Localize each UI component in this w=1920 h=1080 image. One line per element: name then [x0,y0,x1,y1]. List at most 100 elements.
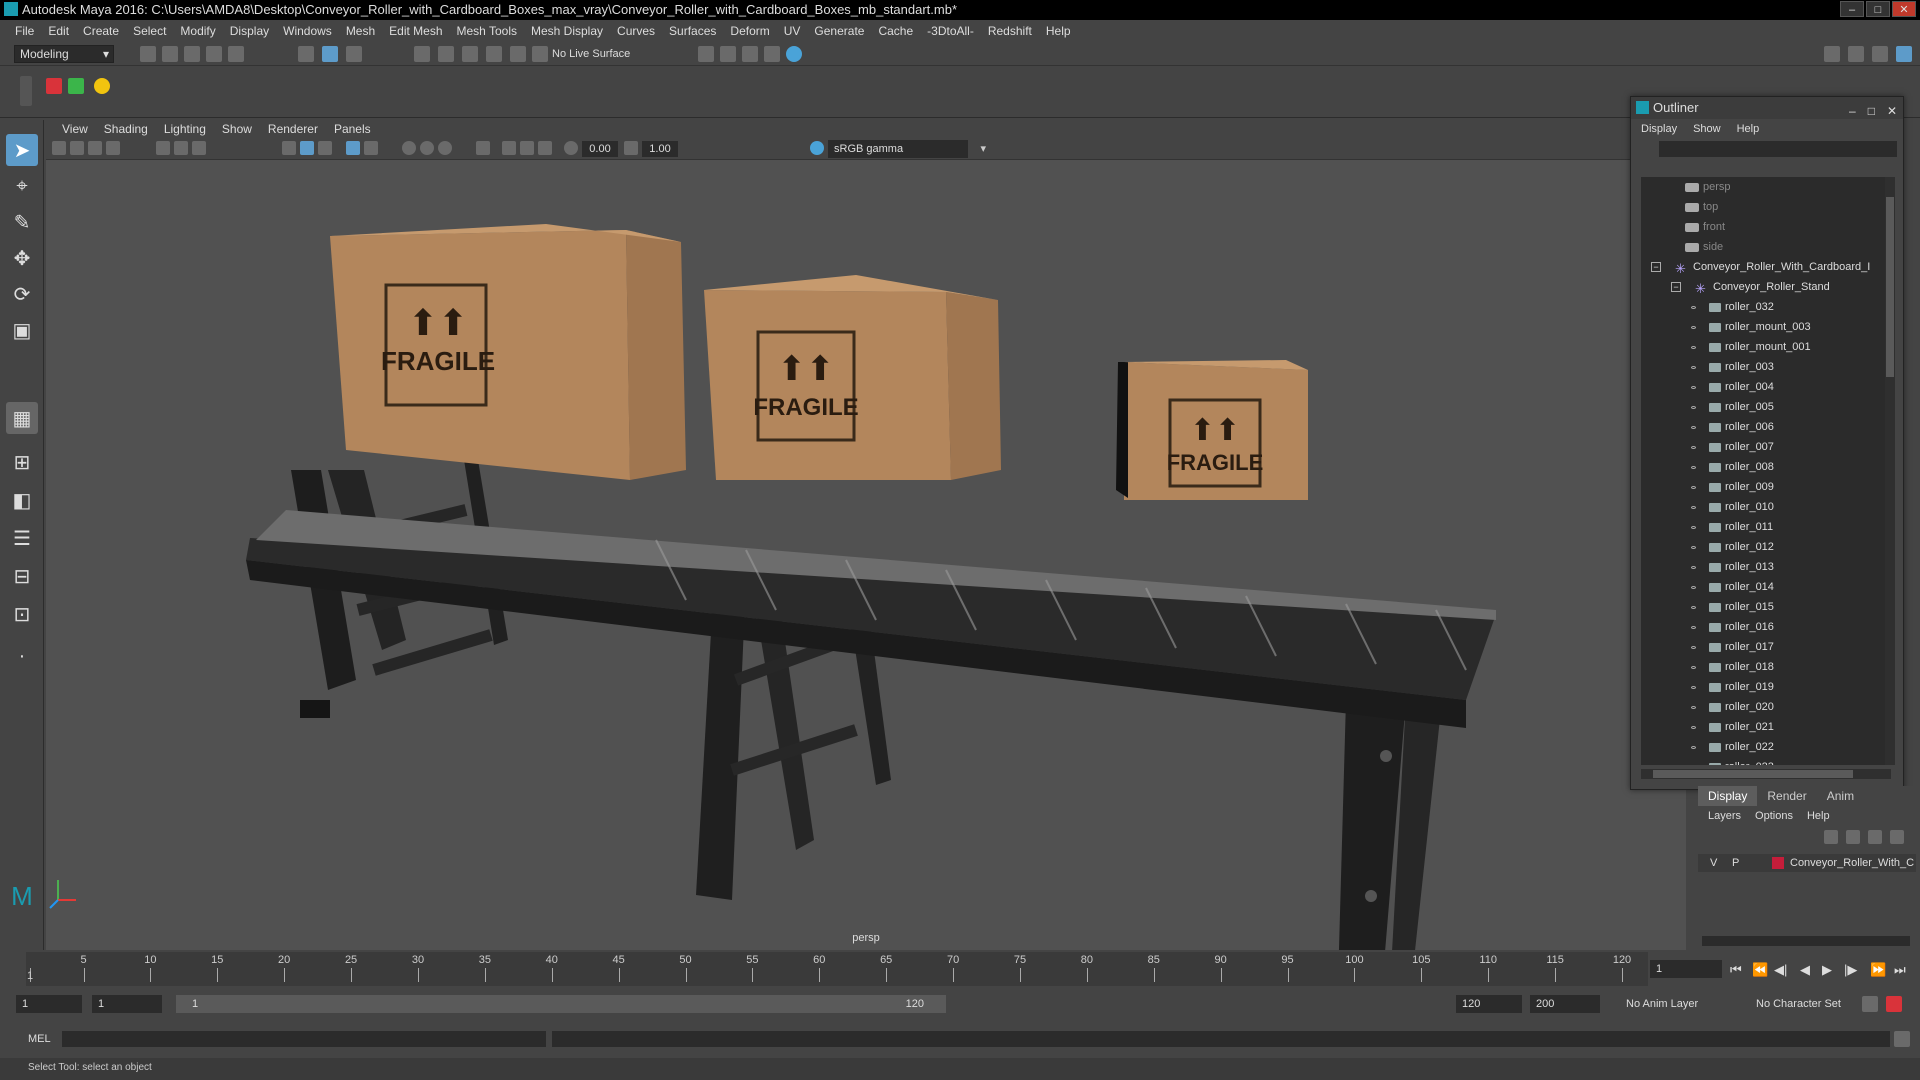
close-button[interactable]: ✕ [1892,1,1916,17]
select-hierarchy-icon[interactable] [298,46,314,62]
tree-item-mesh[interactable]: roller_032 [1641,297,1891,317]
move-layer-up-icon[interactable] [1824,830,1838,844]
grid-toggle-icon[interactable] [156,141,170,155]
gamma-icon[interactable] [624,141,638,155]
move-layer-down-icon[interactable] [1846,830,1860,844]
vp-menu-show[interactable]: Show [214,120,260,138]
single-view-layout-icon[interactable]: ▦ [6,402,38,434]
ipr-render-icon[interactable] [720,46,736,62]
new-scene-icon[interactable] [140,46,156,62]
camera-attr-icon[interactable] [70,141,84,155]
outliner-maximize-button[interactable]: □ [1868,100,1875,122]
shelf-item-red-icon[interactable] [46,78,62,94]
light-icon[interactable] [94,78,110,94]
menu-modify[interactable]: Modify [173,24,222,38]
select-tool-icon[interactable]: ➤ [6,134,38,166]
paint-select-icon[interactable]: ✎ [6,206,38,238]
minimize-button[interactable]: – [1840,1,1864,17]
lights-icon[interactable] [364,141,378,155]
tree-item-mesh[interactable]: roller_020 [1641,697,1891,717]
step-forward-frame-icon[interactable]: |▶︎ [1844,962,1857,978]
tree-item-stand[interactable]: − ✳ Conveyor_Roller_Stand [1641,277,1891,297]
tree-item-mesh[interactable]: roller_010 [1641,497,1891,517]
tab-anim[interactable]: Anim [1817,786,1864,806]
outliner-menu-display[interactable]: Display [1641,119,1677,139]
scene-view[interactable]: FRAGILE ⬆⬆ FRAGILE ⬆⬆ FRAGILE ⬆⬆ [46,160,1686,950]
step-back-frame-icon[interactable]: ◀︎| [1774,962,1787,978]
menu-windows[interactable]: Windows [276,24,339,38]
tree-item-mesh[interactable]: roller_005 [1641,397,1891,417]
layer-row[interactable]: V P Conveyor_Roller_With_C [1698,854,1916,872]
menu-mesh-tools[interactable]: Mesh Tools [450,24,524,38]
tree-item-mesh[interactable]: roller_016 [1641,617,1891,637]
menu-edit-mesh[interactable]: Edit Mesh [382,24,449,38]
outliner-horizontal-scrollbar[interactable] [1641,769,1891,779]
two-view-layout-icon[interactable]: ◧ [6,484,38,516]
menu-select[interactable]: Select [126,24,173,38]
outliner-vertical-scrollbar[interactable] [1885,177,1895,765]
vp-menu-renderer[interactable]: Renderer [260,120,326,138]
current-frame-field[interactable]: 1 [1650,960,1722,978]
timeline-ticks[interactable]: 1 5 10 15 20 25 30 35 40 45 50 55 60 65 70 75 80 85 90 95 10… [26,952,1648,986]
live-surface-label[interactable]: No Live Surface [552,46,630,62]
modeling-toolkit-icon[interactable] [1824,46,1840,62]
range-bar[interactable]: 1 120 [176,995,946,1013]
collapse-icon[interactable]: − [1671,282,1681,292]
new-layer-selected-icon[interactable] [1890,830,1904,844]
go-to-start-icon[interactable]: ⏮ [1730,962,1742,978]
tree-item-persp[interactable]: persp [1641,177,1891,197]
outliner-minimize-button[interactable]: – [1849,100,1856,122]
shelf-item-green-icon[interactable] [68,78,84,94]
menu-redshift[interactable]: Redshift [981,24,1039,38]
tree-item-mesh[interactable]: roller_014 [1641,577,1891,597]
vp-menu-view[interactable]: View [54,120,96,138]
character-set-dropdown[interactable]: No Character Set [1750,995,1860,1013]
auto-key-icon[interactable] [1862,996,1878,1012]
layer-color-swatch[interactable] [1772,857,1784,869]
redo-icon[interactable] [228,46,244,62]
vp-menu-panels[interactable]: Panels [326,120,379,138]
outliner-menu-show[interactable]: Show [1693,119,1721,139]
command-input[interactable] [62,1031,546,1047]
scale-tool-icon[interactable]: ▣ [6,314,38,346]
attribute-editor-icon[interactable] [1848,46,1864,62]
rotate-tool-icon[interactable]: ⟳ [6,278,38,310]
hypershade-icon[interactable] [764,46,780,62]
layers-menu-options[interactable]: Options [1755,806,1793,826]
outliner-search-input[interactable] [1659,141,1897,157]
graph-layout-icon[interactable]: ⊟ [6,560,38,592]
hypershade-layout-icon[interactable]: ⊡ [6,598,38,630]
new-layer-icon[interactable] [1868,830,1882,844]
textured-icon[interactable] [346,141,360,155]
ambient-occlusion-icon[interactable] [420,141,434,155]
menu-surfaces[interactable]: Surfaces [662,24,723,38]
wireframe-on-shaded-icon[interactable] [318,141,332,155]
shadows-icon[interactable] [402,141,416,155]
outliner-menu-help[interactable]: Help [1737,119,1760,139]
xray-icon[interactable] [502,141,516,155]
tree-item-mesh[interactable]: roller_019 [1641,677,1891,697]
tree-item-mesh[interactable]: roller_009 [1641,477,1891,497]
anim-layer-dropdown[interactable]: No Anim Layer [1620,995,1740,1013]
menu-cache[interactable]: Cache [871,24,920,38]
menu-3dtoall[interactable]: -3DtoAll- [920,24,981,38]
tree-item-mesh[interactable]: roller_012 [1641,537,1891,557]
wireframe-icon[interactable] [282,141,296,155]
shelf-menu-icon[interactable] [20,76,32,106]
cardboard-box-2[interactable]: FRAGILE ⬆⬆ [704,275,1001,480]
motion-blur-icon[interactable] [438,141,452,155]
render-view-icon[interactable] [786,46,802,62]
menu-uv[interactable]: UV [777,24,808,38]
vp-menu-lighting[interactable]: Lighting [156,120,214,138]
isolate-select-icon[interactable] [476,141,490,155]
xray-components-icon[interactable] [538,141,552,155]
tool-settings-icon[interactable] [1872,46,1888,62]
lasso-tool-icon[interactable]: ⌖ [6,170,38,202]
menu-help[interactable]: Help [1039,24,1078,38]
tree-item-mesh[interactable]: roller_022 [1641,737,1891,757]
smooth-shade-icon[interactable] [300,141,314,155]
tree-item-mesh[interactable]: roller_mount_003 [1641,317,1891,337]
snap-grid-icon[interactable] [414,46,430,62]
color-space-dropdown[interactable]: sRGB gamma [828,140,986,158]
menu-curves[interactable]: Curves [610,24,662,38]
